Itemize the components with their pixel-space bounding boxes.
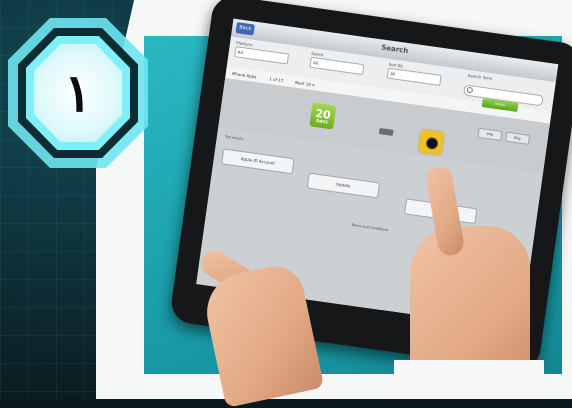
product-badge-sub: DAYS bbox=[315, 118, 329, 125]
search-icon bbox=[466, 86, 474, 94]
results-page: 1 of 17 bbox=[269, 76, 284, 84]
small-button[interactable] bbox=[378, 127, 394, 136]
step-badge: ١ bbox=[8, 18, 148, 168]
sort-field[interactable]: All bbox=[386, 67, 442, 86]
results-label: iPhone Apps bbox=[231, 70, 257, 80]
info-button[interactable]: Info bbox=[477, 127, 503, 141]
results-next[interactable]: Next 18 > bbox=[295, 80, 316, 88]
update-button[interactable]: Update bbox=[306, 172, 381, 199]
sleeve bbox=[394, 360, 544, 399]
product-badge[interactable]: 20 DAYS bbox=[309, 102, 337, 130]
buy-button[interactable]: Buy bbox=[505, 131, 531, 145]
genre-field[interactable]: All bbox=[309, 56, 365, 76]
target-dot-icon bbox=[425, 136, 439, 151]
target-button[interactable] bbox=[418, 129, 444, 155]
platform-field[interactable]: All bbox=[234, 46, 290, 65]
step-number: ١ bbox=[64, 62, 92, 124]
account-button[interactable]: Apple ID Account bbox=[221, 148, 295, 175]
field-label-search: Search Term bbox=[467, 72, 493, 82]
